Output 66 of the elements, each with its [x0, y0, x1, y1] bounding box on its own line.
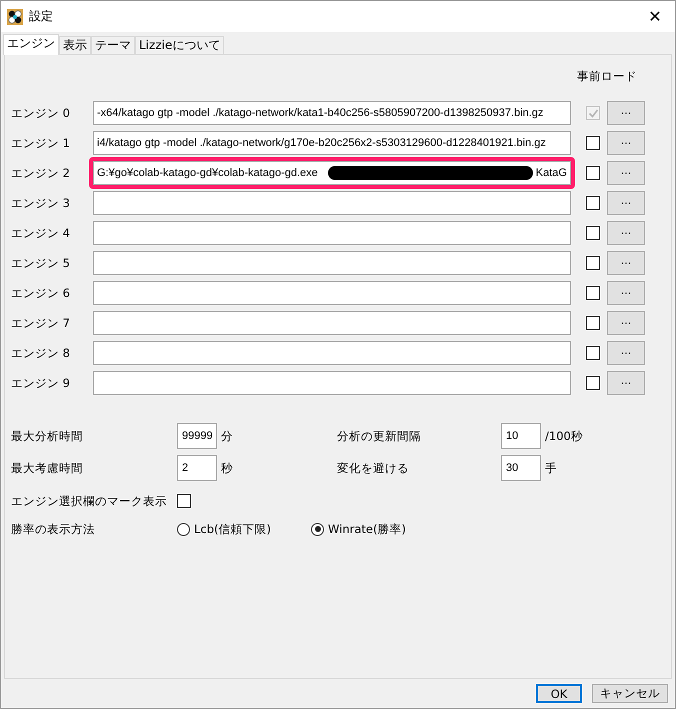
engine-label: エンジン 7 [11, 316, 71, 330]
tab[interactable]: Lizzieについて [135, 36, 224, 54]
tab[interactable]: エンジン [3, 34, 59, 55]
command-field[interactable] [93, 191, 571, 215]
unit-label: /100秒 [545, 428, 583, 444]
setting-label: 変化を避ける [337, 460, 410, 476]
engine-label: エンジン 9 [11, 376, 71, 390]
browse-button[interactable]: ... [607, 191, 645, 215]
engine-label: エンジン 3 [11, 196, 71, 210]
column-header: 事前ロード [577, 69, 638, 85]
engine-label: エンジン 1 [11, 136, 71, 150]
browse-button[interactable]: ... [607, 101, 645, 125]
unit-label: 手 [545, 460, 557, 476]
browse-button[interactable]: ... [607, 251, 645, 275]
unit-label: 分 [221, 428, 233, 444]
engine-label: エンジン 2 [11, 166, 71, 180]
ok-button[interactable]: OK [536, 684, 582, 703]
checkbox[interactable] [586, 226, 600, 240]
checkbox[interactable] [586, 136, 600, 150]
browse-button[interactable]: ... [607, 371, 645, 395]
checkbox[interactable] [586, 256, 600, 270]
setting-label: 最大分析時間 [11, 428, 84, 444]
close-button[interactable]: ✕ [643, 7, 667, 26]
browse-button[interactable]: ... [607, 221, 645, 245]
tab[interactable]: テーマ [91, 36, 135, 54]
browse-button[interactable]: ... [607, 131, 645, 155]
setting-label: 最大考慮時間 [11, 460, 84, 476]
radio-option[interactable]: Winrate(勝率) [311, 522, 406, 536]
radio-option[interactable]: Lcb(信頼下限) [177, 522, 272, 536]
checkbox[interactable] [586, 346, 600, 360]
number-field[interactable]: 2 [177, 455, 217, 481]
command-field[interactable] [93, 281, 571, 305]
number-field[interactable]: 10 [501, 423, 541, 449]
tab[interactable]: 表示 [59, 36, 91, 54]
go-board-icon [7, 8, 23, 24]
browse-button[interactable]: ... [607, 311, 645, 335]
cancel-button[interactable]: キャンセル [592, 684, 668, 703]
command-field[interactable]: -x64/katago gtp -model ./katago-network/kata1-b40c256-s5805907200-d1398250937.bin.gz [93, 101, 571, 125]
command-field[interactable]: G:¥go¥colab-katago-gd¥colab-katago-gd.exe KataG [93, 161, 571, 185]
browse-button[interactable]: ... [607, 161, 645, 185]
checkbox[interactable] [586, 286, 600, 300]
setting-label: 分析の更新間隔 [337, 428, 422, 444]
command-field[interactable] [93, 341, 571, 365]
command-field[interactable]: i4/katago gtp -model ./katago-network/g170e-b20c256x2-s5303129600-d1228401921.bin.gz [93, 131, 571, 155]
setting-label: エンジン選択欄のマーク表示 [11, 494, 168, 508]
checkbox[interactable] [586, 166, 600, 180]
engine-label: エンジン 5 [11, 256, 71, 270]
number-field[interactable]: 30 [501, 455, 541, 481]
engine-label: エンジン 6 [11, 286, 71, 300]
command-field[interactable] [93, 221, 571, 245]
checkbox[interactable] [586, 316, 600, 330]
command-field[interactable] [93, 251, 571, 275]
browse-button[interactable]: ... [607, 341, 645, 365]
checkbox[interactable] [586, 196, 600, 210]
command-field[interactable] [93, 371, 571, 395]
engine-label: エンジン 0 [11, 106, 71, 120]
engine-label: エンジン 4 [11, 226, 71, 240]
window-title: 設定 [29, 8, 54, 25]
engine-label: エンジン 8 [11, 346, 71, 360]
unit-label: 秒 [221, 460, 233, 476]
checkbox[interactable] [177, 494, 191, 508]
command-field[interactable] [93, 311, 571, 335]
number-field[interactable]: 99999 [177, 423, 217, 449]
setting-label: 勝率の表示方法 [11, 522, 96, 536]
checkbox[interactable] [586, 376, 600, 390]
browse-button[interactable]: ... [607, 281, 645, 305]
